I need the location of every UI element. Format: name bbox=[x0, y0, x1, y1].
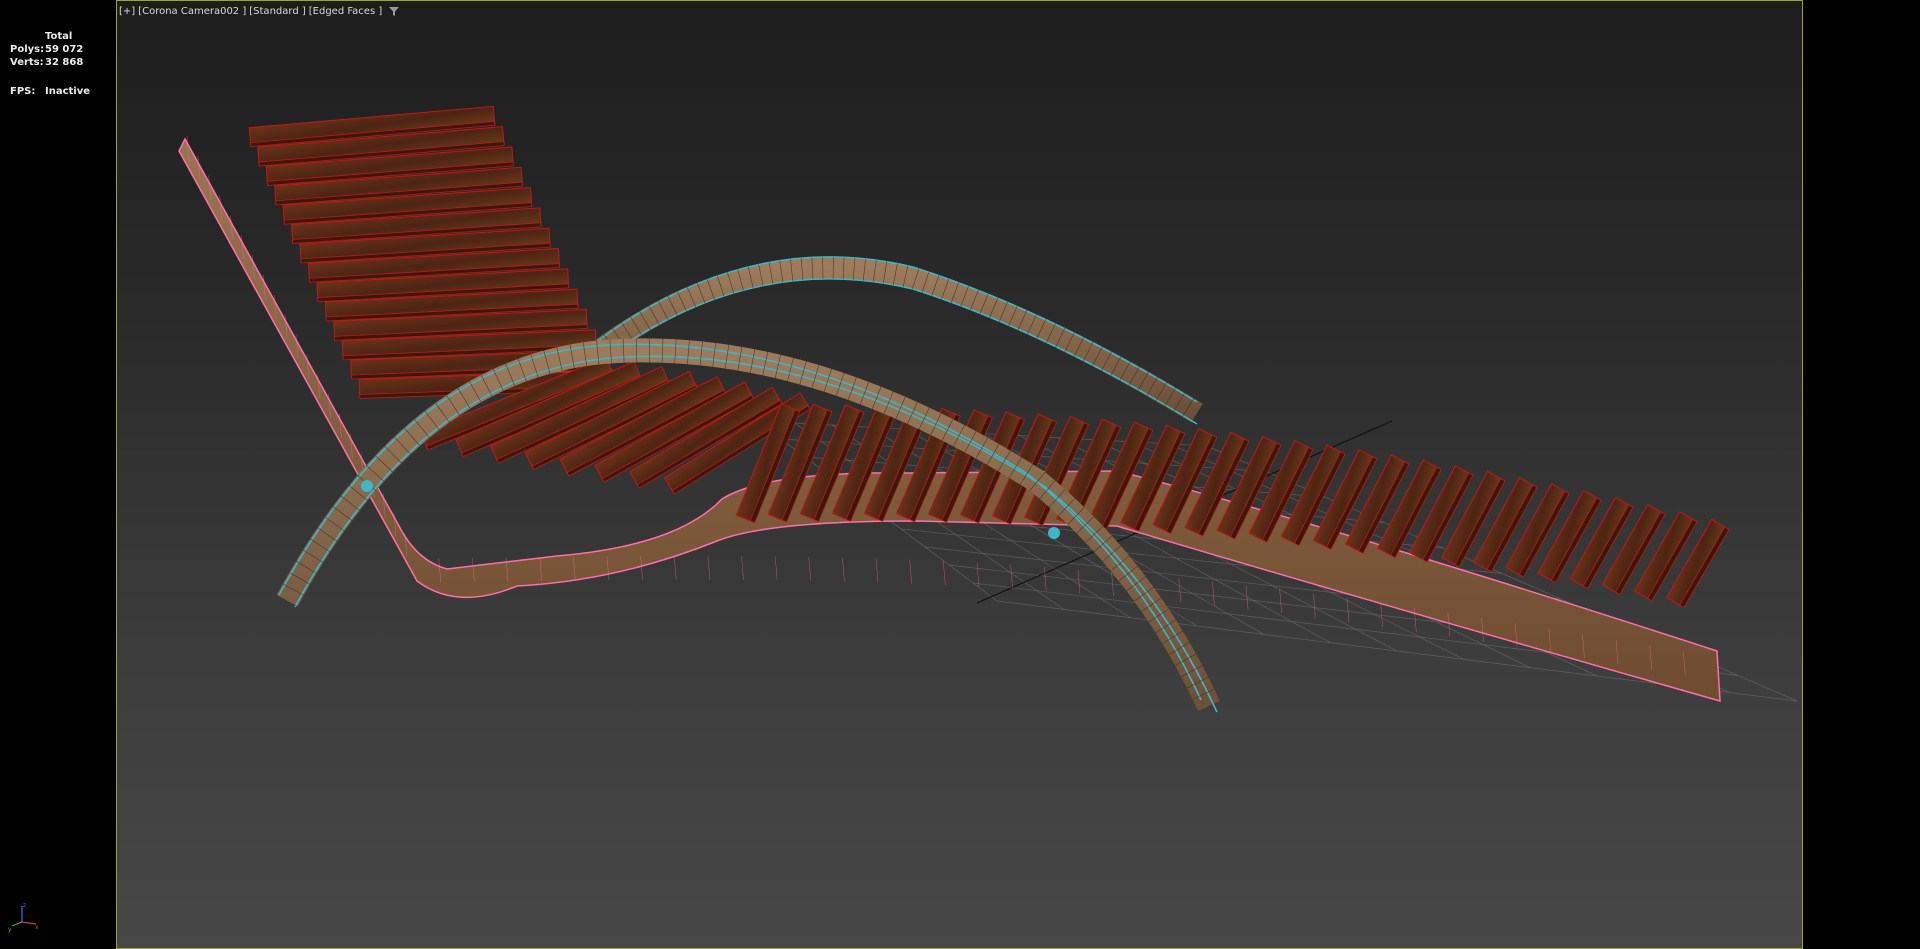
scene-render[interactable] bbox=[117, 1, 1802, 948]
polys-value: 59 072 bbox=[45, 44, 84, 55]
axis-gizmo-icon: z x y bbox=[8, 902, 39, 933]
axis-y-label: y bbox=[8, 926, 12, 933]
camera-selector[interactable]: [Corona Camera002 ] bbox=[138, 6, 246, 17]
axis-x-label: x bbox=[35, 924, 39, 931]
arc-pivot-left[interactable] bbox=[361, 480, 373, 492]
polys-label: Polys: bbox=[10, 44, 45, 55]
shading-mode-selector[interactable]: [Standard ] bbox=[249, 6, 305, 17]
perspective-viewport[interactable]: [+] [Corona Camera002 ] [Standard ] [Edg… bbox=[116, 0, 1803, 949]
filter-icon[interactable] bbox=[388, 5, 400, 17]
fps-value: Inactive bbox=[45, 86, 91, 97]
left-panel: Total Polys: 59 072 Verts: 32 868 FPS: I… bbox=[0, 0, 116, 949]
right-panel bbox=[1803, 0, 1920, 949]
fps-label: FPS: bbox=[10, 86, 36, 97]
axis-z-label: z bbox=[23, 902, 26, 909]
viewport-label: [+] [Corona Camera002 ] [Standard ] [Edg… bbox=[119, 5, 400, 17]
viewport-menu-button[interactable]: [+] bbox=[119, 6, 135, 17]
edged-faces-toggle[interactable]: [Edged Faces ] bbox=[309, 6, 383, 17]
verts-label: Verts: bbox=[10, 57, 44, 68]
stats-header: Total bbox=[45, 31, 73, 42]
arc-pivot-right[interactable] bbox=[1048, 527, 1060, 539]
verts-value: 32 868 bbox=[45, 57, 84, 68]
viewport-statistics: Total Polys: 59 072 Verts: 32 868 FPS: I… bbox=[10, 30, 90, 98]
lounger-slats[interactable] bbox=[248, 105, 1730, 609]
